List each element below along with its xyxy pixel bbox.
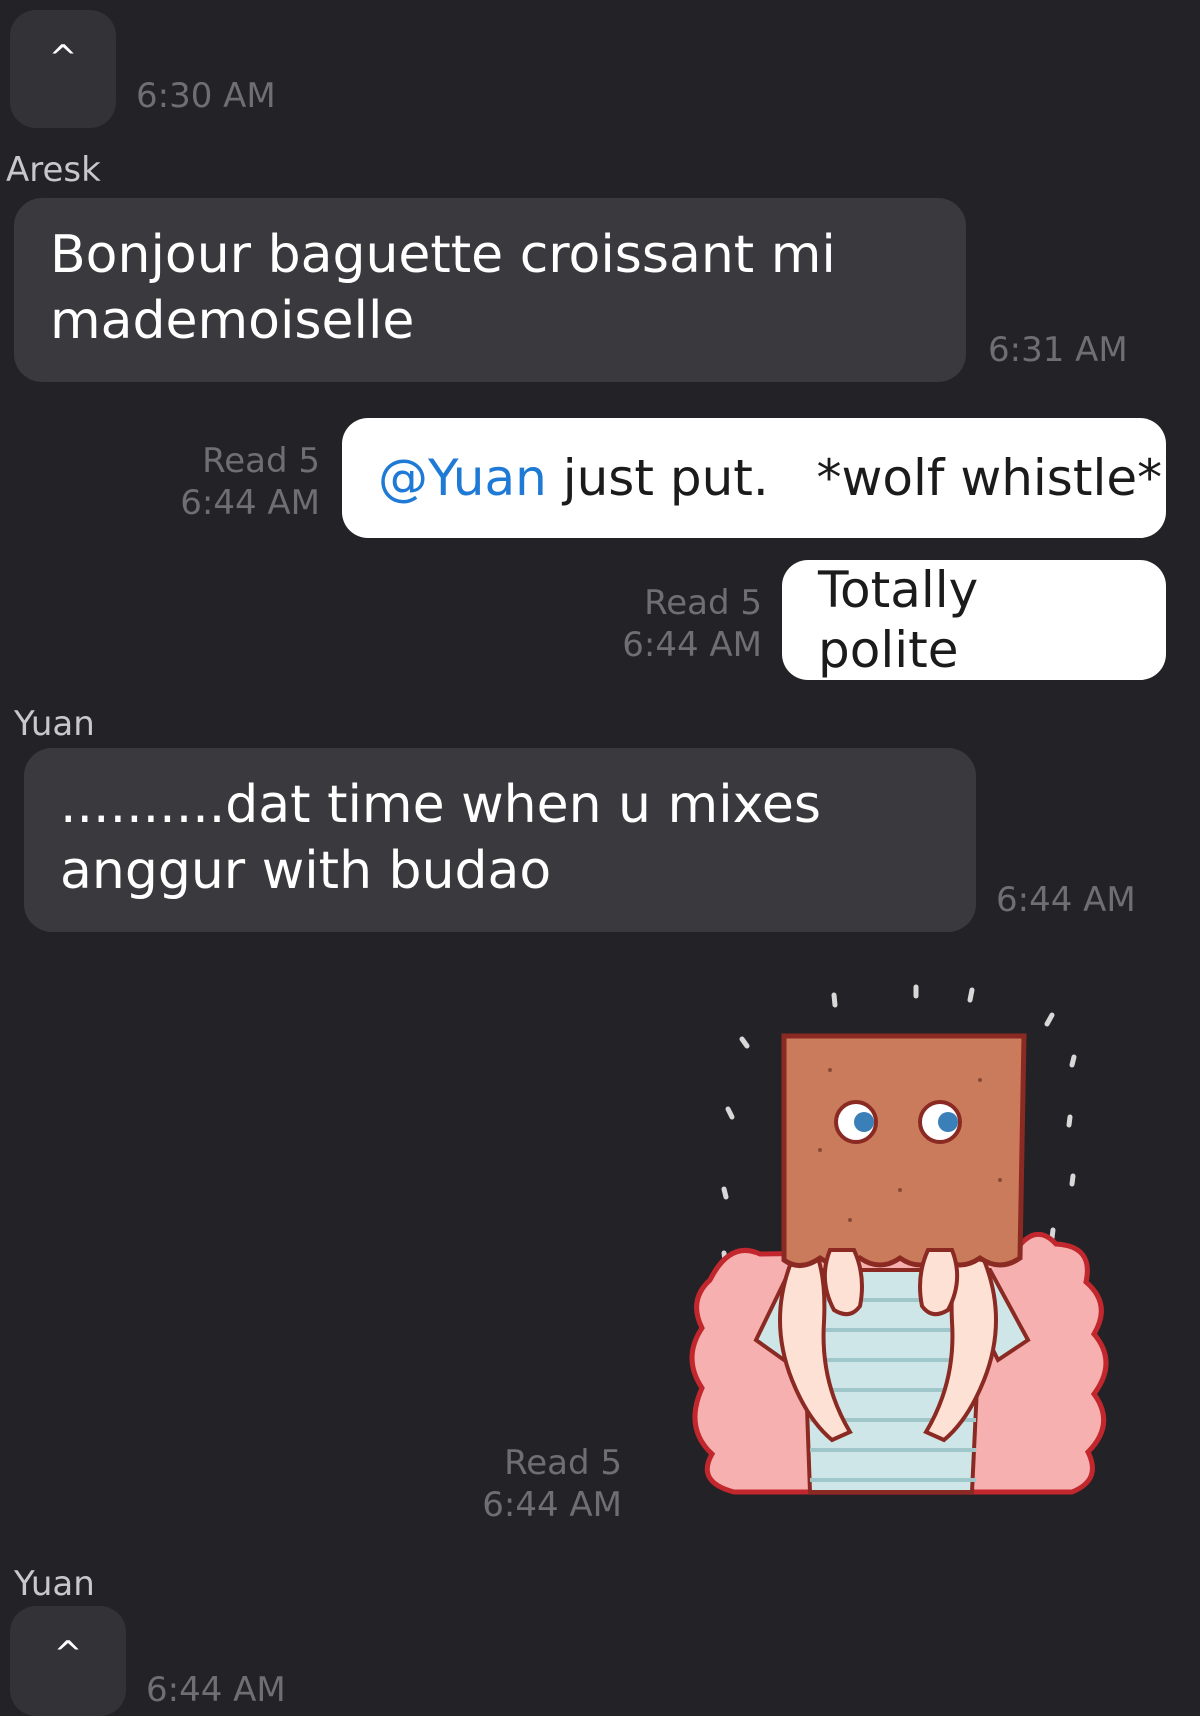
outgoing-message-bubble[interactable]: @Yuan just put. *wolf whistle* [342,418,1166,538]
sender-name: Yuan [14,704,95,744]
chevron-up-icon: ^ [48,38,78,78]
sender-name: Aresk [6,150,101,190]
collapsed-message-bubble[interactable]: ^ [10,1606,126,1716]
user-mention-link[interactable]: @Yuan [378,448,547,508]
message-time: 6:30 AM [136,76,276,116]
message-time: 6:44 AM [622,625,762,665]
read-count: Read 5 [644,583,762,623]
message-time: 6:44 AM [146,1670,286,1710]
read-count: Read 5 [202,441,320,481]
read-receipt: Read 5 6:44 AM [150,440,320,524]
read-receipt: Read 5 6:44 AM [470,1442,622,1526]
read-count: Read 5 [504,1443,622,1483]
incoming-message-bubble[interactable]: Bonjour baguette croissant mi mademoisel… [14,198,966,382]
paper-bag-head-sticker[interactable] [680,980,1140,1520]
message-time: 6:44 AM [482,1485,622,1525]
chevron-up-icon: ^ [53,1634,83,1674]
collapsed-message-bubble[interactable]: ^ [10,10,116,128]
outgoing-message-bubble[interactable]: Totally polite [782,560,1166,680]
message-time: 6:31 AM [988,330,1128,370]
sticker-icon [689,984,1109,1495]
message-time: 6:44 AM [996,880,1136,920]
message-text: Totally polite [818,561,979,679]
sender-name: Yuan [14,1564,95,1604]
incoming-message-bubble[interactable]: ..........dat time when u mixes anggur w… [24,748,976,932]
message-text: Bonjour baguette croissant mi mademoisel… [50,225,836,351]
read-receipt: Read 5 6:44 AM [560,582,762,666]
message-time: 6:44 AM [180,483,320,523]
message-text: just put. *wolf whistle* [546,449,1163,507]
message-text: ..........dat time when u mixes anggur w… [60,775,821,901]
